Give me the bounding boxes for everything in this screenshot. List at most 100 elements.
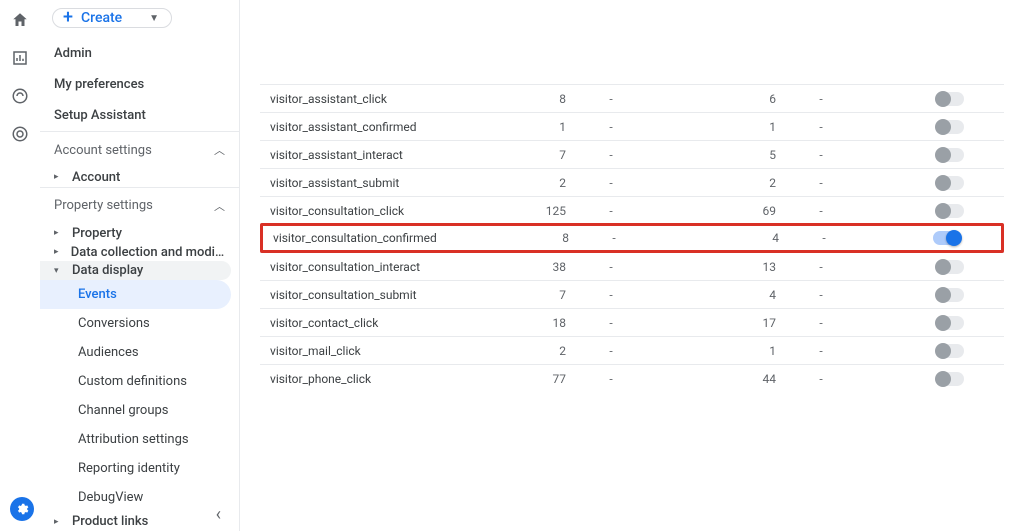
- nav-sub-events[interactable]: Events: [40, 280, 231, 309]
- nav-sub-custom-definitions[interactable]: Custom definitions: [40, 367, 239, 396]
- mark-conversion-toggle[interactable]: [936, 92, 964, 106]
- nav-sub-audiences[interactable]: Audiences: [40, 338, 239, 367]
- event-name[interactable]: visitor_consultation_confirmed: [263, 231, 493, 245]
- plus-icon: +: [63, 9, 73, 27]
- nav-sub-channel-groups[interactable]: Channel groups: [40, 396, 239, 425]
- event-change-1: -: [576, 344, 646, 358]
- event-name[interactable]: visitor_assistant_click: [260, 92, 490, 106]
- mark-conversion-toggle[interactable]: [936, 204, 964, 218]
- event-change-1: -: [576, 176, 646, 190]
- sidebar: + Create ▼ Admin My preferences Setup As…: [40, 0, 240, 531]
- event-count-2: 4: [649, 231, 789, 245]
- event-name[interactable]: visitor_consultation_submit: [260, 288, 490, 302]
- nav-product-links[interactable]: ▸ Product links: [40, 512, 239, 531]
- table-row: visitor_consultation_confirmed8-4-: [260, 223, 1004, 253]
- nav-setup-assistant[interactable]: Setup Assistant: [40, 100, 239, 131]
- caret-right-icon: ▸: [54, 247, 63, 257]
- nav-sub-reporting-identity[interactable]: Reporting identity: [40, 454, 239, 483]
- event-count-1: 8: [490, 92, 576, 106]
- event-count-1: 2: [490, 176, 576, 190]
- event-change-2: -: [786, 288, 856, 302]
- mark-conversion-toggle[interactable]: [933, 231, 961, 245]
- event-change-1: -: [576, 120, 646, 134]
- event-change-2: -: [786, 148, 856, 162]
- mark-conversion-toggle[interactable]: [936, 344, 964, 358]
- mark-conversion-toggle[interactable]: [936, 148, 964, 162]
- mark-conversion-toggle[interactable]: [936, 288, 964, 302]
- event-name[interactable]: visitor_assistant_interact: [260, 148, 490, 162]
- event-count-2: 69: [646, 204, 786, 218]
- event-count-2: 6: [646, 92, 786, 106]
- event-change-1: -: [576, 148, 646, 162]
- event-change-2: -: [789, 231, 859, 245]
- event-count-1: 125: [490, 204, 576, 218]
- mark-conversion-toggle[interactable]: [936, 372, 964, 386]
- event-count-2: 13: [646, 260, 786, 274]
- event-count-1: 18: [490, 316, 576, 330]
- event-change-2: -: [786, 344, 856, 358]
- nav-my-preferences[interactable]: My preferences: [40, 69, 239, 100]
- admin-gear-fab[interactable]: [10, 497, 34, 521]
- event-count-1: 8: [493, 231, 579, 245]
- event-count-2: 2: [646, 176, 786, 190]
- nav-sub-conversions[interactable]: Conversions: [40, 309, 239, 338]
- create-label: Create: [81, 10, 122, 26]
- mark-conversion-toggle[interactable]: [936, 260, 964, 274]
- event-change-1: -: [579, 231, 649, 245]
- event-count-2: 5: [646, 148, 786, 162]
- mark-conversion-toggle[interactable]: [936, 316, 964, 330]
- chevron-up-icon: ︿: [214, 142, 225, 158]
- event-change-1: -: [576, 260, 646, 274]
- table-row: visitor_assistant_interact7-5-: [260, 140, 1004, 168]
- event-name[interactable]: visitor_contact_click: [260, 316, 490, 330]
- nav-account[interactable]: ▸ Account: [40, 168, 239, 187]
- event-name[interactable]: visitor_assistant_confirmed: [260, 120, 490, 134]
- event-count-2: 1: [646, 344, 786, 358]
- reports-icon[interactable]: [10, 48, 30, 68]
- event-count-1: 7: [490, 148, 576, 162]
- main-content: visitor_assistant_click8-6-visitor_assis…: [240, 0, 1024, 531]
- nav-property[interactable]: ▸ Property: [40, 224, 239, 243]
- nav-sub-attribution-settings[interactable]: Attribution settings: [40, 425, 239, 454]
- table-row: visitor_consultation_click125-69-: [260, 196, 1004, 224]
- mark-conversion-toggle[interactable]: [936, 120, 964, 134]
- event-count-1: 77: [490, 372, 576, 386]
- event-count-1: 2: [490, 344, 576, 358]
- event-change-2: -: [786, 120, 856, 134]
- mark-conversion-toggle[interactable]: [936, 176, 964, 190]
- event-change-1: -: [576, 92, 646, 106]
- nav-admin[interactable]: Admin: [40, 38, 239, 69]
- explore-icon[interactable]: [10, 86, 30, 106]
- nav-data-collection[interactable]: ▸ Data collection and modifica...: [40, 243, 239, 262]
- event-name[interactable]: visitor_mail_click: [260, 344, 490, 358]
- caret-right-icon: ▸: [54, 517, 64, 527]
- account-settings-label: Account settings: [54, 143, 152, 158]
- collapse-sidebar-icon[interactable]: ‹: [216, 504, 221, 525]
- create-button[interactable]: + Create ▼: [52, 8, 172, 28]
- event-name[interactable]: visitor_assistant_submit: [260, 176, 490, 190]
- event-count-2: 4: [646, 288, 786, 302]
- table-row: visitor_contact_click18-17-: [260, 308, 1004, 336]
- event-name[interactable]: visitor_consultation_click: [260, 204, 490, 218]
- event-name[interactable]: visitor_consultation_interact: [260, 260, 490, 274]
- icon-rail: [0, 0, 40, 531]
- nav-sub-debugview[interactable]: DebugView: [40, 483, 239, 512]
- event-change-2: -: [786, 204, 856, 218]
- event-count-2: 17: [646, 316, 786, 330]
- property-settings-header[interactable]: Property settings ︿: [40, 187, 239, 224]
- event-count-1: 7: [490, 288, 576, 302]
- dropdown-triangle-icon: ▼: [149, 13, 159, 24]
- event-change-2: -: [786, 260, 856, 274]
- advertising-icon[interactable]: [10, 124, 30, 144]
- caret-right-icon: ▸: [54, 172, 64, 182]
- event-name[interactable]: visitor_phone_click: [260, 372, 490, 386]
- home-icon[interactable]: [10, 10, 30, 30]
- table-row: visitor_assistant_confirmed1-1-: [260, 112, 1004, 140]
- caret-down-icon: ▾: [54, 266, 64, 276]
- nav-data-display[interactable]: ▾ Data display: [40, 261, 231, 280]
- event-change-2: -: [786, 92, 856, 106]
- event-change-1: -: [576, 316, 646, 330]
- events-table: visitor_assistant_click8-6-visitor_assis…: [260, 84, 1004, 392]
- account-settings-header[interactable]: Account settings ︿: [40, 131, 239, 168]
- table-row: visitor_consultation_interact38-13-: [260, 252, 1004, 280]
